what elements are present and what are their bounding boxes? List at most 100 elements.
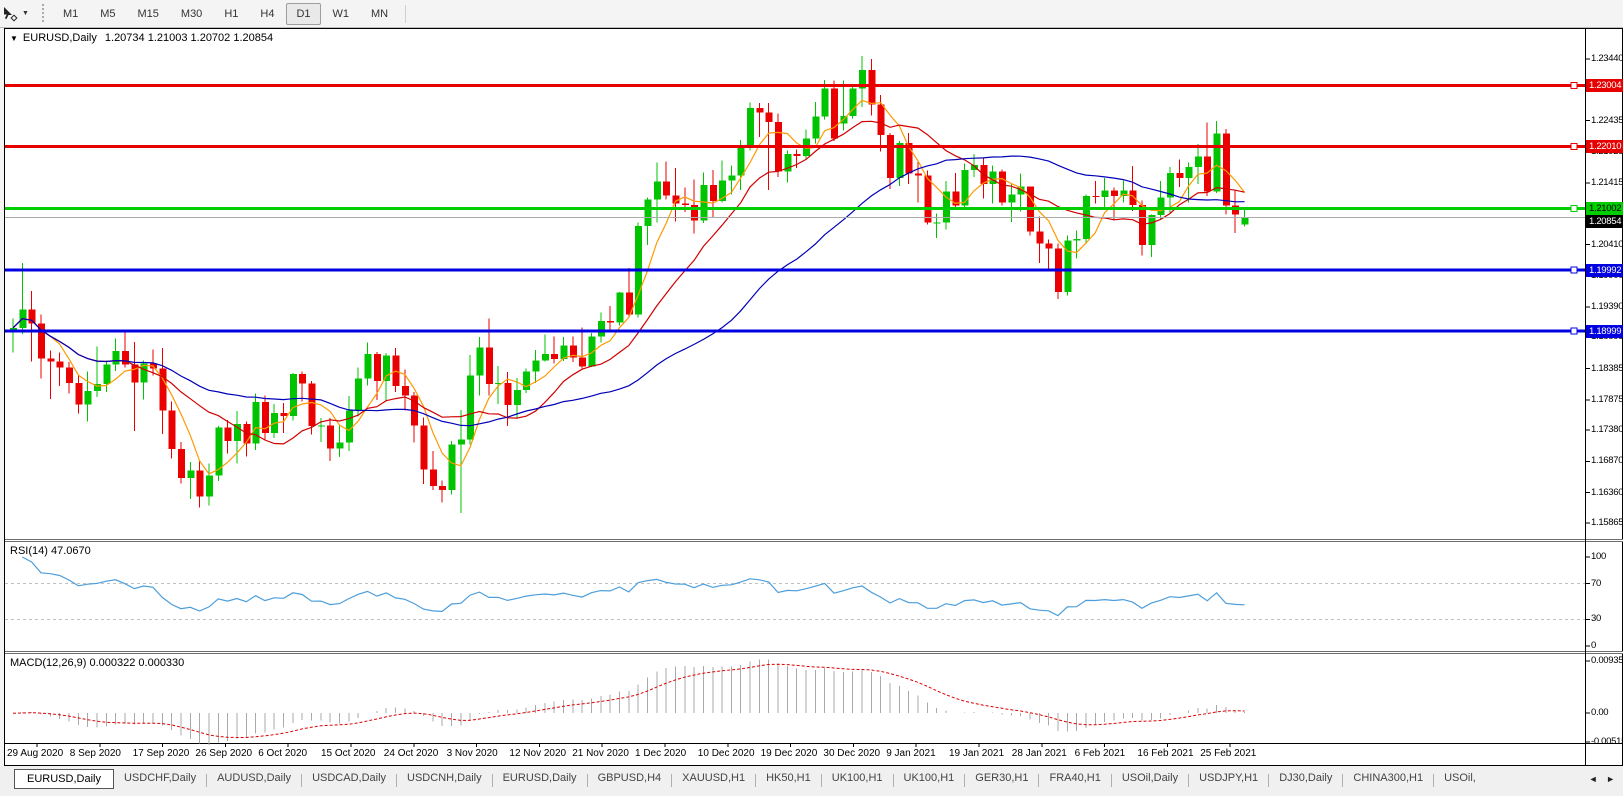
price-level-tag: 1.23004	[1586, 79, 1623, 93]
candle-body	[681, 203, 689, 205]
candle-body	[532, 360, 540, 372]
timeframe-button-m1[interactable]: M1	[53, 3, 88, 25]
cursor-tool-button[interactable]: ▼	[0, 6, 35, 22]
candle-body	[896, 142, 904, 178]
candle-body	[345, 410, 353, 443]
date-label: 24 Oct 2020	[383, 748, 439, 759]
timeframe-button-m5[interactable]: M5	[90, 3, 125, 25]
line-handle[interactable]	[1570, 204, 1578, 212]
chevron-down-icon[interactable]: ▼	[22, 10, 29, 17]
rsi-tick-label: 30	[1591, 613, 1601, 625]
cursor-crosshair-icon	[4, 6, 18, 22]
candle-body	[1194, 156, 1202, 167]
tab-dj30-daily[interactable]: DJ30,Daily	[1269, 769, 1342, 789]
candle-body	[1213, 133, 1221, 192]
candle-body	[1157, 197, 1165, 216]
candle-body	[663, 181, 671, 196]
tab-fra40-h1[interactable]: FRA40,H1	[1039, 769, 1110, 789]
candle-body	[448, 444, 456, 491]
date-label: 29 Aug 2020	[7, 748, 64, 759]
tab-scroll-right-icon[interactable]: ►	[1606, 774, 1618, 784]
tab-usdjpy-h1[interactable]: USDJPY,H1	[1189, 769, 1268, 789]
timeframe-button-m30[interactable]: M30	[171, 3, 212, 25]
tab-hk50-h1[interactable]: HK50,H1	[756, 769, 821, 789]
date-label: 28 Jan 2021	[1011, 748, 1067, 759]
candle-body	[177, 449, 185, 478]
timeframe-button-w1[interactable]: W1	[323, 3, 360, 25]
candle-body	[504, 383, 512, 406]
date-label: 1 Dec 2020	[635, 748, 687, 759]
timeframe-button-d1[interactable]: D1	[286, 2, 321, 25]
date-label: 3 Nov 2020	[446, 748, 498, 759]
tab-eurusd-daily[interactable]: EURUSD,Daily	[493, 769, 587, 789]
price-level-tag: 1.20854	[1586, 214, 1623, 228]
timeframe-buttons: M1 M5 M15 M30 H1 H4 D1 W1 MN	[52, 0, 399, 27]
candle-body	[420, 425, 428, 470]
price-level-tag: 1.22010	[1586, 140, 1623, 154]
candle-body	[65, 367, 73, 384]
candle-body	[215, 427, 223, 476]
macd-tick-label: 0.00	[1591, 707, 1609, 719]
candle-body	[747, 108, 755, 148]
candle-body	[383, 355, 391, 382]
candle-body	[476, 347, 484, 376]
candle-body	[961, 169, 969, 206]
collapse-triangle-icon: ▼	[10, 34, 18, 43]
chart-canvas[interactable]	[5, 29, 1623, 767]
toolbar: ▼ M1 M5 M15 M30 H1 H4 D1 W1 MN	[0, 0, 1623, 28]
price-tick-label: 1.23440	[1591, 53, 1623, 64]
candle-body	[588, 336, 596, 367]
date-label: 30 Dec 2020	[823, 748, 881, 759]
candle-body	[579, 357, 587, 367]
price-tick-label: 1.20410	[1591, 238, 1623, 250]
date-label: 21 Nov 2020	[572, 748, 629, 759]
candle-body	[653, 181, 661, 200]
chart-tab-bar: EURUSD,Daily USDCHF,Daily AUDUSD,Daily USDC…	[0, 766, 1623, 796]
line-handle[interactable]	[1570, 82, 1578, 90]
tab-china300-h1[interactable]: CHINA300,H1	[1343, 769, 1433, 789]
timeframe-button-mn[interactable]: MN	[361, 3, 398, 25]
timeframe-button-m15[interactable]: M15	[128, 3, 169, 25]
chart-window[interactable]: ▼ EURUSD,Daily 1.20734 1.21003 1.20702 1.2…	[4, 28, 1623, 766]
tab-usoil[interactable]: USOil,	[1434, 769, 1486, 789]
tab-usoil-daily[interactable]: USOil,Daily	[1112, 769, 1188, 789]
rsi-tick-label: 100	[1591, 551, 1606, 562]
tab-xauusd-h1[interactable]: XAUUSD,H1	[672, 769, 755, 789]
tab-eurusd-daily[interactable]: EURUSD,Daily	[14, 769, 114, 789]
tab-ger30-h1[interactable]: GER30,H1	[965, 769, 1038, 789]
tab-usdcad-daily[interactable]: USDCAD,Daily	[302, 769, 396, 789]
candle-body	[224, 427, 232, 442]
price-tick-label: 1.19390	[1591, 301, 1623, 313]
date-label: 9 Jan 2021	[886, 748, 936, 759]
tab-uk100-h1[interactable]: UK100,H1	[894, 769, 965, 789]
price-tick-label: 1.21415	[1591, 177, 1623, 189]
candle-body	[299, 373, 307, 384]
candle-body	[1148, 215, 1156, 246]
tab-audusd-daily[interactable]: AUDUSD,Daily	[207, 769, 301, 789]
toolbar-grip-handle[interactable]	[40, 3, 46, 24]
date-label: 19 Jan 2021	[949, 748, 1005, 759]
candle-body	[1185, 166, 1193, 178]
price-tick-label: 1.15865	[1591, 516, 1623, 528]
line-handle[interactable]	[1570, 327, 1578, 335]
line-handle[interactable]	[1570, 266, 1578, 274]
candle-body	[401, 386, 409, 396]
date-label: 16 Feb 2021	[1137, 748, 1194, 759]
candle-body	[1101, 190, 1109, 197]
timeframe-button-h1[interactable]: H1	[214, 3, 248, 25]
line-handle[interactable]	[1570, 143, 1578, 151]
candle-body	[280, 413, 288, 417]
candle-body	[373, 354, 381, 382]
tab-uk100-h1[interactable]: UK100,H1	[822, 769, 893, 789]
tab-scroll-left-icon[interactable]: ◄	[1589, 774, 1601, 784]
candle-body	[756, 108, 764, 113]
tab-usdcnh-daily[interactable]: USDCNH,Daily	[397, 769, 492, 789]
candle-body	[821, 88, 829, 117]
candle-body	[1092, 196, 1100, 198]
tab-gbpusd-h4[interactable]: GBPUSD,H4	[588, 769, 672, 789]
price-tick-label: 1.17380	[1591, 424, 1623, 436]
candle-body	[616, 292, 624, 323]
candle-body	[998, 171, 1006, 203]
timeframe-button-h4[interactable]: H4	[250, 3, 284, 25]
tab-usdchf-daily[interactable]: USDCHF,Daily	[114, 769, 206, 789]
